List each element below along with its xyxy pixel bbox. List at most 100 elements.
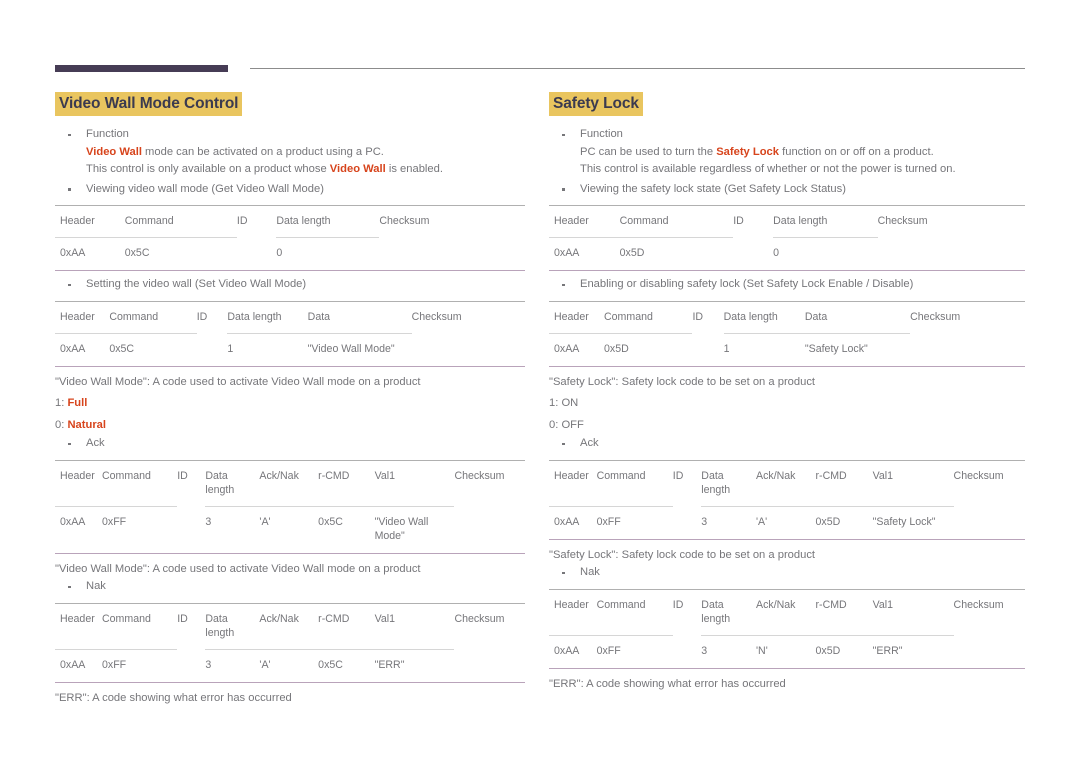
bullet-nak: Nak: [549, 564, 1025, 582]
cell-header: 0xAA: [549, 332, 604, 367]
table-header-row: Header Command ID Data length Checksum: [55, 205, 525, 238]
table-header-row: Header Command ID Data length Data Check…: [549, 300, 1025, 334]
table-header-row: Header Command ID Data length Data Check…: [55, 300, 525, 334]
bullet-get-video-wall-mode: Viewing video wall mode (Get Video Wall …: [55, 181, 525, 199]
table-nak-safety-lock: Header Command ID Data length Ack/Nak r-…: [549, 588, 1025, 669]
col-header-val1: Val1: [374, 602, 455, 650]
col-header-ack-nak: Ack/Nak: [756, 588, 816, 636]
note-safety-lock-code-ack: "Safety Lock": Safety lock code to be se…: [549, 548, 816, 561]
cell-val1: "Video Wall Mode": [374, 505, 455, 554]
cell-data-length: 3: [701, 505, 757, 540]
value-label-off: OFF: [561, 419, 584, 432]
cell-header: 0xAA: [549, 237, 620, 272]
col-header-header: Header: [549, 588, 597, 636]
col-header-id: ID: [177, 459, 206, 507]
col-header-ack-nak: Ack/Nak: [259, 459, 319, 507]
cell-r-cmd: 0x5C: [318, 648, 375, 683]
cell-ack-nak: 'A': [259, 648, 319, 683]
page-title-safety-lock: Safety Lock: [549, 92, 643, 117]
col-header-data-length: Data length: [701, 459, 757, 507]
cell-command: 0x5C: [124, 237, 237, 272]
page-top-rule: [55, 64, 1025, 74]
table-set-video-wall-mode: Header Command ID Data length Data Check…: [55, 300, 525, 367]
cell-r-cmd: 0x5D: [815, 505, 873, 540]
cell-id: [672, 635, 702, 669]
col-header-command: Command: [109, 300, 197, 334]
col-header-r-cmd: r-CMD: [318, 602, 375, 650]
table-nak-video-wall: Header Command ID Data length Ack/Nak r-…: [55, 602, 525, 683]
value-key-0: 0:: [55, 419, 68, 432]
value-key-1: 1:: [55, 397, 68, 410]
col-header-header: Header: [55, 205, 125, 238]
left-ack-bullet-list: Ack: [55, 435, 525, 453]
table-row: 0xAA 0xFF 3 'A' 0x5C "Video Wall Mode": [55, 505, 525, 554]
table-wrap-nak-safety-lock: Header Command ID Data length Ack/Nak r-…: [549, 588, 1025, 669]
col-header-data: Data: [804, 300, 911, 334]
cell-data-length: 0: [276, 237, 380, 272]
col-header-checksum: Checksum: [877, 205, 1025, 238]
cell-data-length: 3: [205, 648, 260, 683]
column-video-wall-mode-control: Video Wall Mode Control Function Video W…: [0, 92, 540, 707]
bullet-get-safety-lock-status: Viewing the safety lock state (Get Safet…: [549, 181, 1025, 199]
col-header-data-length: Data length: [205, 602, 260, 650]
table-wrap-set-safety-lock: Header Command ID Data length Data Check…: [549, 300, 1025, 367]
emphasis-video-wall-2: Video Wall: [329, 163, 386, 176]
value-key-1: 1:: [549, 397, 562, 410]
cell-ack-nak: 'A': [259, 505, 319, 554]
bullet-nak: Nak: [55, 578, 525, 596]
function-description-line-2: This control is available regardless of …: [580, 163, 956, 176]
col-header-id: ID: [672, 459, 702, 507]
cell-val1: "Safety Lock": [872, 505, 954, 540]
col-header-checksum: Checksum: [454, 459, 525, 507]
page-title-video-wall: Video Wall Mode Control: [55, 92, 243, 117]
col-header-val1: Val1: [374, 459, 455, 507]
cell-r-cmd: 0x5C: [318, 505, 375, 554]
note-video-wall-mode-code: "Video Wall Mode": A code used to activa…: [55, 375, 421, 388]
function-description-line-1: PC can be used to turn the Safety Lock f…: [580, 144, 1025, 162]
table-get-video-wall-mode: Header Command ID Data length Checksum 0…: [55, 205, 525, 272]
table-set-safety-lock: Header Command ID Data length Data Check…: [549, 300, 1025, 367]
col-header-data-length: Data length: [205, 459, 260, 507]
cell-header: 0xAA: [55, 648, 102, 683]
note-err-code-right: "ERR": A code showing what error has occ…: [549, 677, 786, 690]
bullet-set-video-wall-mode: Setting the video wall (Set Video Wall M…: [55, 276, 525, 294]
table-row: 0xAA 0xFF 3 'N' 0x5D "ERR": [549, 634, 1025, 669]
cell-ack-nak: 'N': [756, 634, 816, 669]
cell-command: 0x5C: [109, 332, 197, 367]
col-header-ack-nak: Ack/Nak: [259, 602, 319, 650]
function-description-line-2: This control is only available on a prod…: [86, 161, 525, 179]
table-get-safety-lock: Header Command ID Data length Checksum 0…: [549, 205, 1025, 272]
cell-command: 0xFF: [596, 505, 673, 540]
function-description-line-1-text: mode can be activated on a product using…: [141, 145, 384, 158]
cell-checksum: [953, 506, 1025, 540]
cell-header: 0xAA: [55, 505, 102, 554]
cell-checksum: [411, 333, 525, 367]
cell-data: "Video Wall Mode": [307, 332, 412, 367]
column-safety-lock: Safety Lock Function PC can be used to t…: [540, 92, 1080, 707]
right-ack-bullet-list: Ack: [549, 435, 1025, 453]
cell-checksum: [454, 506, 525, 554]
col-header-r-cmd: r-CMD: [318, 459, 375, 507]
col-header-r-cmd: r-CMD: [815, 459, 873, 507]
cell-id: [733, 237, 774, 272]
bullet-ack: Ack: [55, 435, 525, 453]
cell-command: 0xFF: [102, 505, 178, 554]
table-row: 0xAA 0x5D 1 "Safety Lock": [549, 332, 1025, 367]
col-header-checksum: Checksum: [454, 602, 525, 650]
col-header-data: Data: [307, 300, 412, 334]
col-header-checksum: Checksum: [910, 300, 1025, 334]
col-header-id: ID: [672, 588, 702, 636]
cell-id: [177, 649, 206, 683]
col-header-data-length: Data length: [701, 588, 757, 636]
cell-id: [196, 333, 228, 367]
col-header-command: Command: [102, 602, 178, 650]
col-header-command: Command: [604, 300, 693, 334]
function-description-line-2-pre: This control is only available on a prod…: [86, 163, 330, 176]
col-header-id: ID: [236, 205, 277, 238]
table-wrap-get-safety-lock: Header Command ID Data length Checksum 0…: [549, 205, 1025, 272]
col-header-id: ID: [196, 300, 228, 334]
col-header-r-cmd: r-CMD: [815, 588, 873, 636]
left-nak-bullet-list: Nak: [55, 578, 525, 596]
cell-id: [692, 333, 724, 367]
value-label-on: ON: [561, 397, 579, 410]
